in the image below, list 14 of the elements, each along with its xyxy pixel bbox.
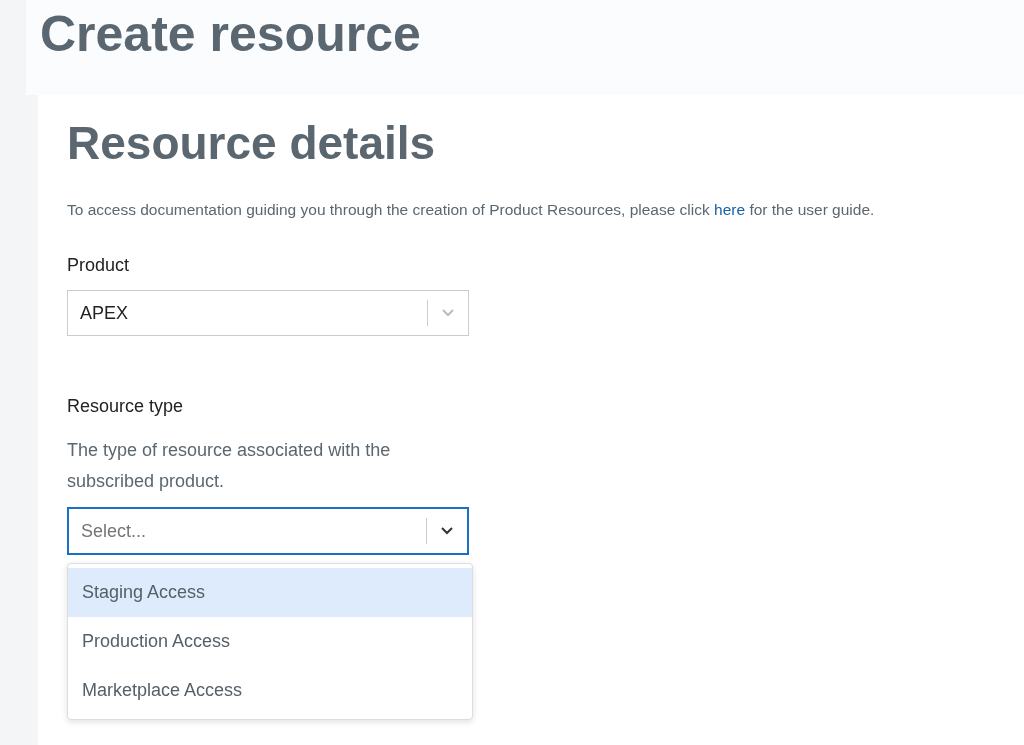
field-label: Resource type [67,396,185,417]
dropdown-option[interactable]: Marketplace Access [68,666,472,715]
section-title: Resource details [67,116,437,171]
field-label: Product [67,255,131,276]
user-guide-link[interactable]: here [714,201,746,218]
select-input[interactable]: Select... [69,519,426,543]
help-text: The type of resource associated with the subscribed product. [67,439,392,493]
intro-text: To access documentation guiding you through the creation of Product Resources, please click here for the user guide. [67,201,876,219]
dropdown-option[interactable]: Production Access [68,617,472,666]
select-field[interactable]: APEX [67,290,469,336]
dropdown-option[interactable]: Staging Access [68,568,472,617]
select-field[interactable]: Select... [67,507,469,555]
chevron-down-icon[interactable] [440,526,454,536]
page-title: Create resource [40,5,422,64]
